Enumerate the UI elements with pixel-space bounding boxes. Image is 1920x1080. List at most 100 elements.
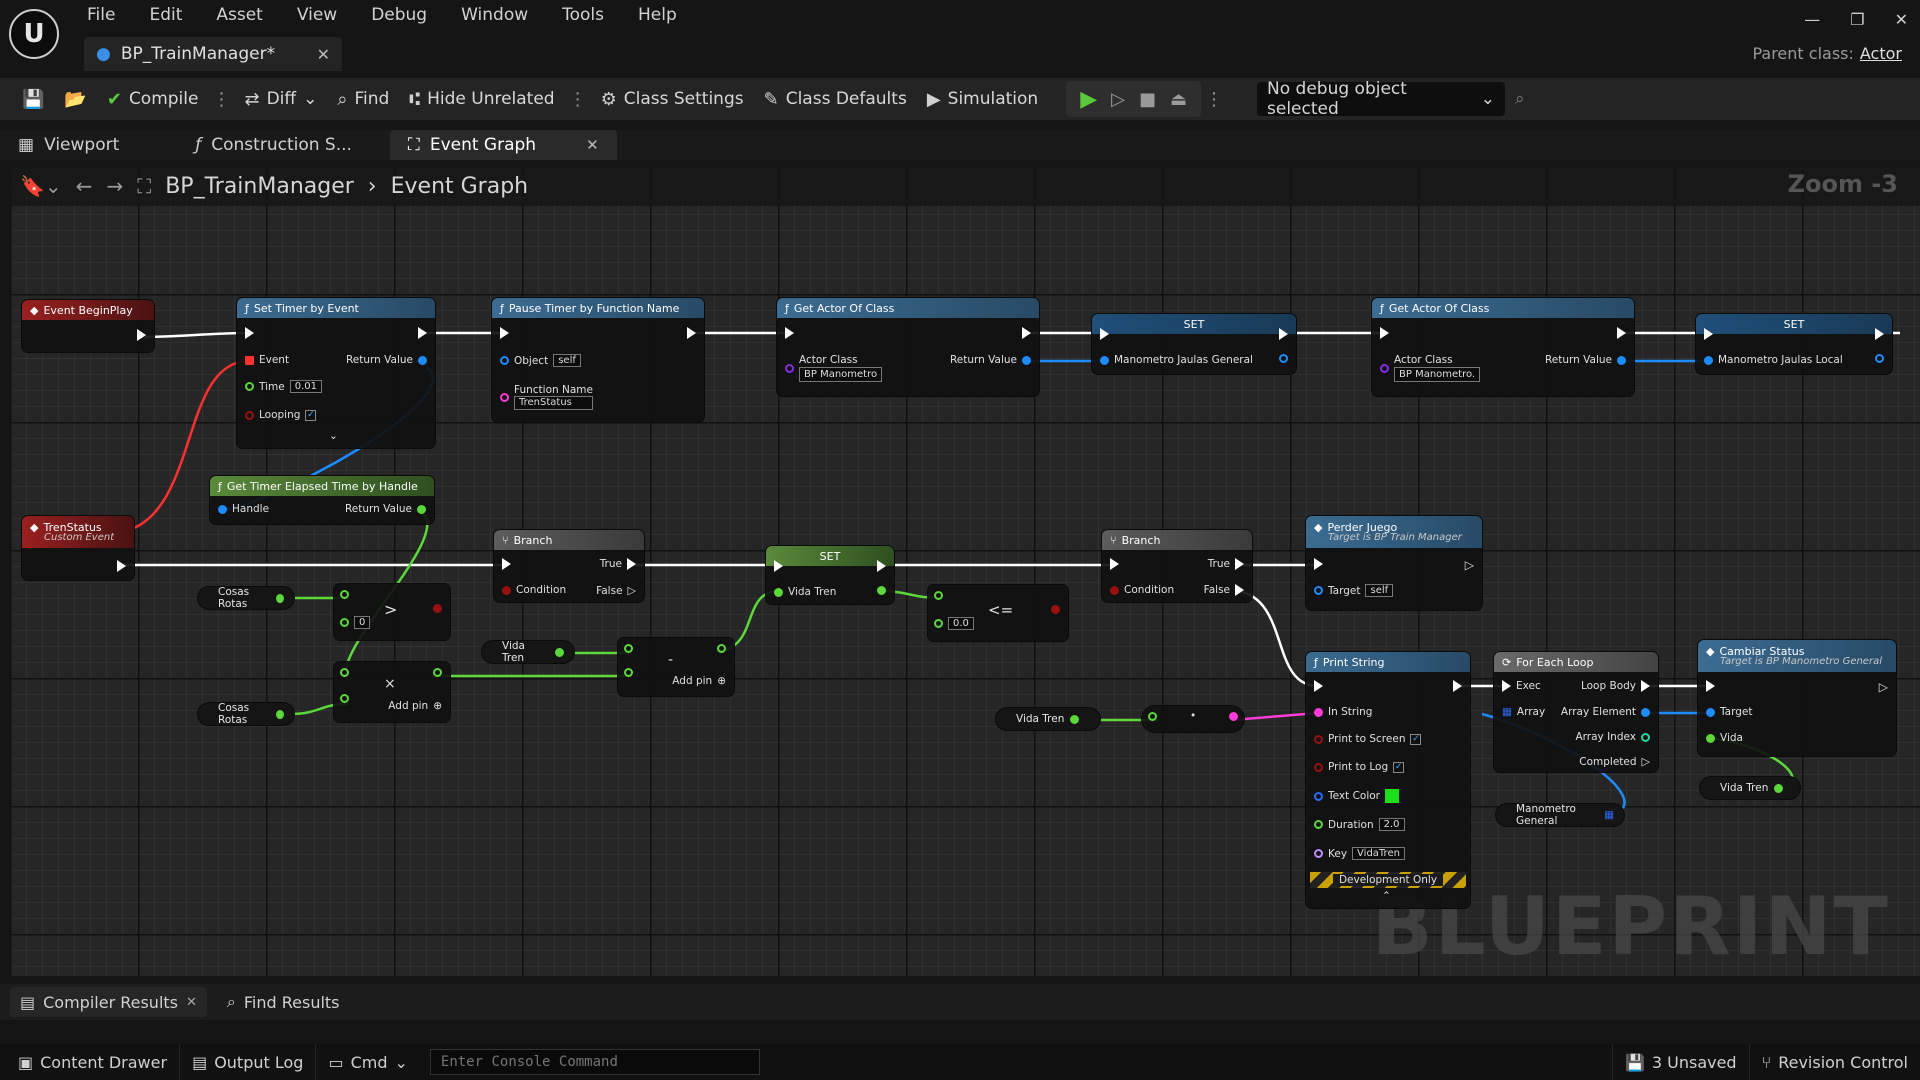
get-actor-of-class-node[interactable]: ƒ Get Actor Of Class Actor Class BP Manome… (777, 298, 1039, 396)
return-value-pin[interactable]: Return Value (1545, 354, 1626, 366)
exec-in-pin[interactable] (502, 558, 511, 570)
find-button[interactable]: ⌕ Find (327, 82, 399, 116)
step-icon[interactable]: ▷ (1111, 89, 1125, 110)
add-pin-button[interactable]: Add pin ⊕ (388, 700, 442, 712)
debug-browse-icon[interactable]: ⌕ (1505, 82, 1535, 116)
var-out-pin[interactable] (1875, 354, 1884, 363)
menu-help[interactable]: Help (621, 4, 694, 26)
out-pin[interactable] (1229, 712, 1238, 721)
exec-in-pin[interactable]: Exec (1502, 680, 1541, 692)
print-to-screen-pin[interactable]: Print to Screen ✓ (1314, 733, 1422, 745)
greater-than-node[interactable]: 0 > (334, 584, 450, 640)
exec-out-pin[interactable] (1875, 328, 1884, 340)
stop-icon[interactable]: ■ (1139, 89, 1156, 110)
exec-out-pin[interactable] (877, 560, 886, 572)
b-pin[interactable]: 0.0 (934, 617, 974, 630)
result-pin[interactable] (717, 644, 726, 653)
completed-pin[interactable]: Completed ▷ (1579, 755, 1650, 768)
debug-object-select[interactable]: No debug object selected ⌄ (1257, 79, 1506, 119)
true-pin[interactable]: True (1208, 558, 1244, 570)
close-icon[interactable]: ✕ (586, 136, 599, 154)
exec-in-pin[interactable] (1314, 558, 1323, 570)
browse-button[interactable]: 📂 (54, 82, 96, 116)
vida-tren-out-pin[interactable] (877, 586, 886, 595)
a-pin[interactable] (934, 591, 943, 600)
play-icon[interactable]: ▶ (1080, 87, 1097, 112)
vida-pin[interactable]: Vida (1706, 732, 1743, 744)
menu-debug[interactable]: Debug (354, 4, 444, 26)
print-to-log-checkbox[interactable]: ✓ (1393, 761, 1405, 773)
print-to-log-pin[interactable]: Print to Log ✓ (1314, 761, 1405, 773)
exec-in-pin[interactable] (245, 327, 254, 339)
collapse-icon[interactable]: ⌃ (1382, 890, 1391, 902)
cosas-rotas-getter[interactable]: Cosas Rotas (198, 586, 294, 610)
exec-in-pin[interactable] (1110, 558, 1119, 570)
exec-out-pin[interactable] (117, 560, 126, 572)
bookmark-icon[interactable]: 🔖⌄ (20, 174, 62, 198)
diff-button[interactable]: ⇄ Diff ⌄ (234, 82, 327, 116)
set-manometro-jaulas-local-node[interactable]: SET Manometro Jaulas Local (1696, 314, 1892, 374)
tab-construction-script[interactable]: ƒ Construction S... (177, 130, 370, 160)
back-arrow-icon[interactable]: ← (76, 174, 93, 198)
vida-tren-getter[interactable]: Vida Tren (482, 640, 574, 664)
class-select[interactable]: BP Manometro. (1394, 367, 1481, 382)
exec-in-pin[interactable] (1100, 328, 1109, 340)
close-icon[interactable]: ✕ (186, 995, 197, 1010)
event-graph-canvas[interactable] (10, 166, 1920, 976)
target-pin[interactable]: Target self (1314, 584, 1394, 597)
menu-view[interactable]: View (280, 4, 354, 26)
breadcrumb-blueprint[interactable]: BP_TrainManager (165, 174, 354, 199)
false-pin[interactable]: False (1204, 584, 1244, 596)
unreal-logo-icon[interactable]: U (9, 9, 59, 59)
class-settings-button[interactable]: ⚙ Class Settings (591, 82, 754, 116)
result-pin[interactable] (433, 668, 442, 677)
multiply-node[interactable]: × Add pin ⊕ (334, 662, 450, 722)
return-value-pin[interactable]: Return Value (950, 354, 1031, 366)
b-pin[interactable]: 0 (340, 616, 371, 629)
exec-in-pin[interactable] (1314, 680, 1323, 692)
set-manometro-jaulas-general-node[interactable]: SET Manometro Jaulas General (1092, 314, 1296, 374)
for-each-loop-node[interactable]: ⟳ For Each Loop Exec Loop Body ▦ Array Arr… (1494, 652, 1658, 772)
restore-icon[interactable]: ❐ (1850, 10, 1864, 29)
time-pin[interactable]: Time 0.01 (245, 380, 322, 393)
array-pin[interactable]: ▦ Array (1502, 706, 1545, 718)
class-defaults-button[interactable]: ✎ Class Defaults (754, 82, 917, 116)
b-pin[interactable] (340, 694, 349, 703)
tab-compiler-results[interactable]: ▤ Compiler Results ✕ (10, 987, 207, 1017)
menu-window[interactable]: Window (444, 4, 545, 26)
actor-class-pin[interactable]: Actor Class BP Manometro (785, 354, 883, 382)
get-actor-of-class-node-2[interactable]: ƒ Get Actor Of Class Actor Class BP Manome… (1372, 298, 1634, 396)
exec-out-pin[interactable] (1022, 327, 1031, 339)
tab-viewport[interactable]: ▦ Viewport (0, 130, 137, 160)
compile-button[interactable]: ✔ Compile (97, 82, 209, 116)
trenstatus-custom-event-node[interactable]: ◆ TrenStatus Custom Event (22, 516, 134, 580)
set-timer-by-event-node[interactable]: ƒ Set Timer by Event Event Return Value T… (237, 298, 435, 448)
cambiar-status-node[interactable]: ◆ Cambiar Status Target is BP Manometro G… (1698, 640, 1896, 756)
color-swatch[interactable] (1385, 789, 1399, 803)
expand-icon[interactable]: ⌄ (329, 430, 338, 442)
handle-pin[interactable]: Handle (218, 503, 269, 515)
exec-in-pin[interactable] (1704, 328, 1713, 340)
var-out-pin[interactable] (1279, 354, 1288, 363)
output-log-button[interactable]: ▤ Output Log (180, 1044, 317, 1080)
less-equal-node[interactable]: 0.0 <= (928, 585, 1068, 641)
eject-icon[interactable]: ⏏ (1170, 89, 1187, 110)
loop-body-pin[interactable]: Loop Body (1581, 680, 1650, 692)
asset-tab[interactable]: ● BP_TrainManager* ✕ (84, 37, 342, 71)
breadcrumb-graph[interactable]: Event Graph (391, 174, 529, 199)
close-icon[interactable]: ✕ (317, 45, 330, 64)
menu-asset[interactable]: Asset (199, 4, 279, 26)
target-pin[interactable]: Target (1706, 706, 1752, 718)
print-string-node[interactable]: ƒ Print String In String Print to Screen ✓… (1306, 652, 1470, 908)
content-drawer-button[interactable]: ▣ Content Drawer (6, 1044, 181, 1080)
exec-out-pin[interactable] (1617, 327, 1626, 339)
var-in-pin[interactable]: Manometro Jaulas General (1100, 354, 1253, 366)
unsaved-button[interactable]: 💾 3 Unsaved (1611, 1044, 1750, 1080)
simulation-button[interactable]: ▶ Simulation (917, 82, 1048, 116)
condition-pin[interactable]: Condition (502, 584, 566, 596)
to-string-conversion-node[interactable]: • (1142, 706, 1244, 732)
a-pin[interactable] (340, 668, 349, 677)
subtract-node[interactable]: - Add pin ⊕ (618, 638, 734, 696)
exec-out-pin[interactable] (1453, 680, 1462, 692)
return-value-pin[interactable]: Return Value (345, 503, 426, 515)
